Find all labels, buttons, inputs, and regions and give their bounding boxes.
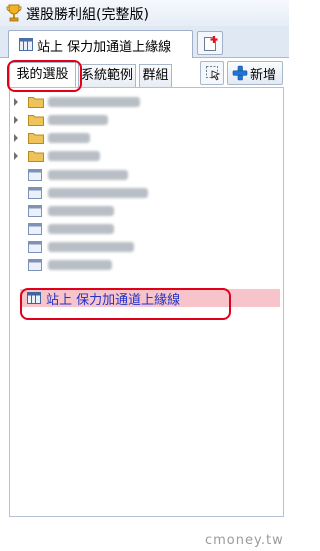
item-label <box>48 224 114 234</box>
title-bar: 選股勝利組(完整版) <box>0 0 289 26</box>
tree-folder[interactable] <box>10 111 283 129</box>
expand-arrow-icon[interactable] <box>14 152 18 160</box>
tree-item[interactable] <box>10 166 283 184</box>
list-icon <box>28 169 42 181</box>
tree-item[interactable] <box>10 184 283 202</box>
new-document-button[interactable] <box>197 31 223 55</box>
folder-label <box>48 151 100 161</box>
folder-icon <box>28 149 44 162</box>
tree-folder[interactable] <box>10 147 283 165</box>
item-label <box>48 242 134 252</box>
tree-folder[interactable] <box>10 93 283 111</box>
tree-item[interactable] <box>10 202 283 220</box>
trophy-icon <box>6 4 22 22</box>
list-icon <box>28 223 42 235</box>
tab-document[interactable]: 站上 保力加通道上緣線 <box>8 30 193 58</box>
pointer-icon <box>205 65 221 81</box>
tree-item[interactable] <box>10 256 283 274</box>
document-tab-bar: 站上 保力加通道上緣線 <box>0 26 289 58</box>
list-icon <box>28 187 42 199</box>
tree-item[interactable] <box>10 238 283 256</box>
folder-icon <box>28 113 44 126</box>
expand-arrow-icon[interactable] <box>14 98 18 106</box>
window-title: 選股勝利組(完整版) <box>26 7 149 23</box>
item-label <box>48 206 114 216</box>
expand-arrow-icon[interactable] <box>14 134 18 142</box>
item-label <box>48 170 128 180</box>
expand-arrow-icon[interactable] <box>14 116 18 124</box>
folder-icon <box>28 95 44 108</box>
tab-groups[interactable]: 群組 <box>139 64 172 88</box>
list-icon <box>28 241 42 253</box>
list-icon <box>19 38 33 51</box>
new-document-icon <box>203 35 219 52</box>
highlight-ring <box>20 288 231 320</box>
add-button[interactable]: 新增 <box>227 61 283 85</box>
select-button[interactable] <box>200 61 224 85</box>
tree-folder[interactable] <box>10 129 283 147</box>
item-label <box>48 260 112 270</box>
list-icon <box>28 205 42 217</box>
folder-label <box>48 133 90 143</box>
watermark: cmoney.tw <box>205 533 284 548</box>
list-icon <box>28 259 42 271</box>
add-button-label: 新增 <box>250 68 277 83</box>
folder-label <box>48 97 140 107</box>
folder-icon <box>28 131 44 144</box>
document-tab-label: 站上 保力加通道上緣線 <box>37 40 172 55</box>
item-label <box>48 188 148 198</box>
highlight-ring <box>7 60 82 92</box>
folder-label <box>48 115 108 125</box>
tab-system-examples[interactable]: 系統範例 <box>78 64 136 88</box>
tree-item[interactable] <box>10 220 283 238</box>
plus-icon <box>232 65 248 81</box>
